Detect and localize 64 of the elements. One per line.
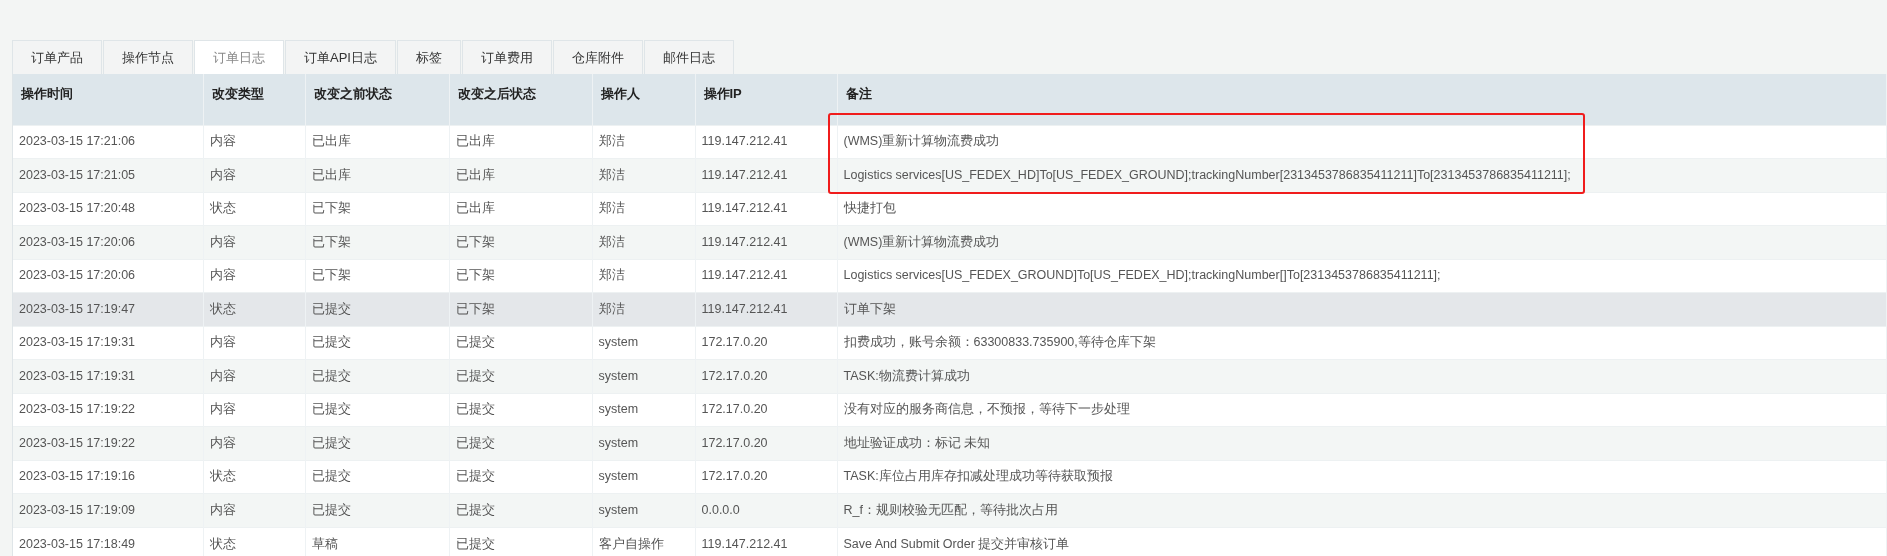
- table-cell: 郑洁: [592, 158, 695, 192]
- table-cell: 郑洁: [592, 225, 695, 259]
- table-cell: 2023-03-15 17:19:09: [13, 493, 203, 527]
- table-cell: 119.147.212.41: [695, 158, 837, 192]
- tab[interactable]: 订单日志: [194, 40, 284, 74]
- table-cell: 172.17.0.20: [695, 359, 837, 393]
- table-cell: 草稿: [305, 527, 449, 556]
- table-cell: 0.0.0.0: [695, 493, 837, 527]
- table-cell: 内容: [203, 493, 305, 527]
- table-cell: 已出库: [449, 158, 592, 192]
- table-cell: 订单下架: [837, 292, 1887, 326]
- table-cell: 已提交: [449, 426, 592, 460]
- table-cell: 已提交: [449, 359, 592, 393]
- table-cell: 2023-03-15 17:19:31: [13, 359, 203, 393]
- tab[interactable]: 操作节点: [103, 40, 193, 74]
- column-header: 改变类型: [203, 74, 305, 125]
- tab[interactable]: 仓库附件: [552, 40, 643, 74]
- table-cell: (WMS)重新计算物流费成功: [837, 225, 1887, 259]
- table-cell: 已出库: [305, 158, 449, 192]
- table-cell: 已提交: [305, 493, 449, 527]
- table-cell: 119.147.212.41: [695, 225, 837, 259]
- table-cell: 状态: [203, 527, 305, 556]
- table-cell: 内容: [203, 225, 305, 259]
- column-header: 操作人: [592, 74, 695, 125]
- table-cell: 172.17.0.20: [695, 426, 837, 460]
- table-cell: system: [592, 359, 695, 393]
- table-cell: 状态: [203, 292, 305, 326]
- tab[interactable]: 订单API日志: [285, 40, 396, 74]
- table-cell: 内容: [203, 158, 305, 192]
- table-cell: 已下架: [449, 292, 592, 326]
- table-cell: 2023-03-15 17:20:06: [13, 225, 203, 259]
- table-cell: 已提交: [305, 292, 449, 326]
- table-cell: system: [592, 493, 695, 527]
- table-cell: R_f：规则校验无匹配，等待批次占用: [837, 493, 1887, 527]
- table-cell: 客户自操作: [592, 527, 695, 556]
- table-cell: 内容: [203, 359, 305, 393]
- tab[interactable]: 邮件日志: [643, 40, 734, 74]
- tab[interactable]: 订单费用: [461, 40, 552, 74]
- tab[interactable]: 标签: [396, 40, 461, 74]
- table-cell: 已下架: [305, 225, 449, 259]
- table-cell: 119.147.212.41: [695, 527, 837, 556]
- table-cell: 已提交: [449, 493, 592, 527]
- tab[interactable]: 订单产品: [12, 40, 102, 74]
- table-cell: 2023-03-15 17:19:47: [13, 292, 203, 326]
- table-cell: 2023-03-15 17:21:05: [13, 158, 203, 192]
- table-cell: 已提交: [305, 359, 449, 393]
- column-header: 操作时间: [13, 74, 203, 125]
- column-header: 改变之前状态: [305, 74, 449, 125]
- table-cell: 地址验证成功：标记 未知: [837, 426, 1887, 460]
- column-header: 改变之后状态: [449, 74, 592, 125]
- table-cell: TASK:物流费计算成功: [837, 359, 1887, 393]
- table-cell: 郑洁: [592, 292, 695, 326]
- table-cell: 已提交: [305, 426, 449, 460]
- table-cell: 已提交: [449, 527, 592, 556]
- table-cell: 119.147.212.41: [695, 292, 837, 326]
- table-cell: Save And Submit Order 提交并审核订单: [837, 527, 1887, 556]
- table-cell: Logistics services[US_FEDEX_HD]To[US_FEDEX_GROUND];trackingNumber[2313453786835411211]To[2313453786835411211];: [837, 158, 1887, 192]
- table-cell: system: [592, 426, 695, 460]
- table-cell: 已下架: [449, 225, 592, 259]
- table-cell: 2023-03-15 17:19:22: [13, 426, 203, 460]
- column-header: 备注: [837, 74, 1887, 125]
- table-cell: 内容: [203, 426, 305, 460]
- column-header: 操作IP: [695, 74, 837, 125]
- table-cell: 2023-03-15 17:18:49: [13, 527, 203, 556]
